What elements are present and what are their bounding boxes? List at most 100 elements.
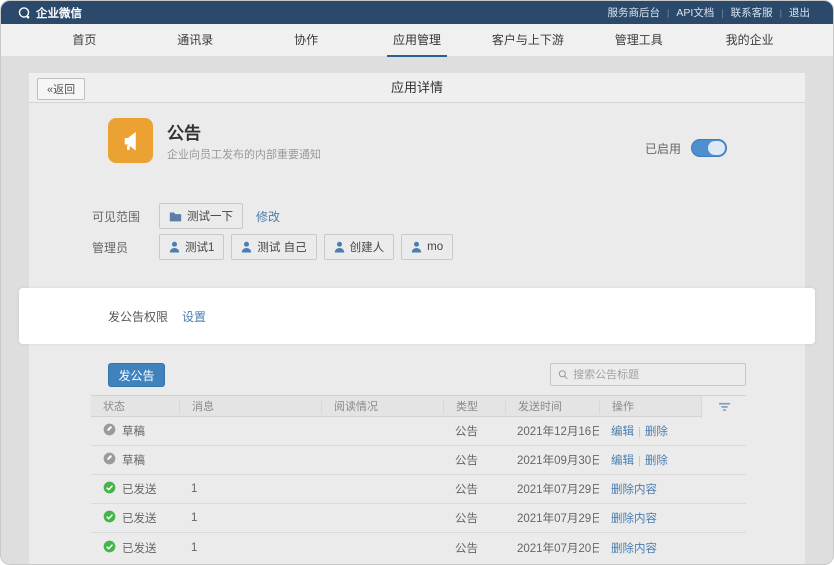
status-cell: 草稿 (91, 452, 179, 468)
nav-item-客户与上下游[interactable]: 客户与上下游 (472, 24, 583, 56)
admin-tags: 测试1 测试 自己 创建人 mo (159, 234, 453, 260)
message-cell: 1 (179, 483, 321, 495)
nav-item-label: 应用管理 (387, 22, 447, 58)
status-icon (103, 481, 116, 497)
app-description: 企业向员工发布的内部重要通知 (167, 146, 321, 162)
actions-cell: 删除内容 (599, 540, 701, 556)
search-input[interactable] (573, 369, 738, 381)
admin-tag-label: 创建人 (350, 239, 385, 255)
nav-item-管理工具[interactable]: 管理工具 (583, 24, 694, 56)
nav-item-首页[interactable]: 首页 (29, 24, 140, 56)
main-nav: 首页 通讯录协作应用管理 客户与上下游管理工具我的企业 (1, 24, 833, 57)
status-icon (103, 452, 116, 468)
column-header: 操作 (599, 400, 701, 414)
row-action-link[interactable]: 删除内容 (611, 513, 657, 525)
row-action-link[interactable]: 编辑 (611, 426, 634, 438)
column-header: 阅读情况 (321, 400, 443, 414)
date-cell: 2021年09月30日 (505, 452, 599, 468)
status-label: 已发送 (122, 510, 157, 526)
filter-icon[interactable] (701, 396, 746, 418)
nav-item-我的企业[interactable]: 我的企业 (694, 24, 805, 56)
status-label: 草稿 (122, 423, 145, 439)
admin-tag-label: 测试 自己 (257, 239, 306, 255)
sent-status-icon (103, 481, 116, 494)
admin-tag[interactable]: 测试1 (159, 234, 224, 260)
column-header: 状态 (91, 400, 179, 414)
row-action-link[interactable]: 删除 (645, 426, 668, 438)
topbar-link[interactable]: 退出 (782, 5, 817, 20)
actions-cell: 编辑|删除 (599, 452, 701, 468)
topbar-links: 服务商后台|API文档|联系客服|退出 (601, 5, 817, 20)
row-action-link[interactable]: 删除 (645, 455, 668, 467)
megaphone-icon (118, 128, 144, 154)
status-label: 草稿 (122, 452, 145, 468)
date-cell: 2021年12月16日 (505, 423, 599, 439)
admin-tag[interactable]: 创建人 (324, 234, 395, 260)
search-icon (558, 369, 568, 380)
visible-range-label: 可见范围 (92, 208, 140, 225)
table-row: 已发送 1 公告 2021年07月20日 删除内容 (91, 533, 746, 562)
table-row: 已发送 1 公告 2021年07月29日 删除内容 (91, 504, 746, 533)
app-icon (108, 118, 153, 163)
type-cell: 公告 (443, 540, 505, 556)
permission-highlight-band: 发公告权限 设置 (19, 288, 815, 344)
admin-tag[interactable]: mo (401, 234, 453, 260)
page-title: 应用详情 (29, 73, 805, 103)
row-action-link[interactable]: 删除内容 (611, 543, 657, 555)
status-label: 已发送 (122, 481, 157, 497)
modify-link[interactable]: 修改 (256, 208, 280, 225)
topbar: 企业微信 服务商后台|API文档|联系客服|退出 (1, 1, 833, 24)
status-label: 已发送 (122, 540, 157, 556)
row-action-link[interactable]: 编辑 (611, 455, 634, 467)
type-cell: 公告 (443, 452, 505, 468)
app-name: 公告 (167, 119, 201, 144)
row-action-link[interactable]: 删除内容 (611, 484, 657, 496)
table-row: 草稿 公告 2021年09月30日 编辑|删除 (91, 446, 746, 475)
enabled-label: 已启用 (645, 140, 681, 157)
type-cell: 公告 (443, 423, 505, 439)
status-cell: 已发送 (91, 481, 179, 497)
sent-status-icon (103, 540, 116, 553)
nav-item-label: 通讯录 (171, 22, 219, 58)
permission-settings-link[interactable]: 设置 (182, 308, 206, 325)
actions-cell: 删除内容 (599, 481, 701, 497)
nav-item-应用管理[interactable]: 应用管理 (362, 24, 473, 56)
topbar-link[interactable]: 服务商后台 (601, 5, 668, 20)
admin-tag[interactable]: 测试 自己 (231, 234, 316, 260)
table-row: 草稿 公告 2021年12月16日 编辑|删除 (91, 417, 746, 446)
column-header: 类型 (443, 400, 505, 414)
status-icon (103, 510, 116, 526)
page-body: «返回 应用详情 公告 企业向员工发布的内部重要通知 已启用 可见范围 测试一下… (1, 57, 833, 564)
topbar-link[interactable]: API文档 (669, 5, 721, 20)
enabled-toggle[interactable] (691, 139, 727, 157)
type-cell: 公告 (443, 510, 505, 526)
brand-label: 企业微信 (36, 5, 82, 21)
nav-item-通讯录[interactable]: 通讯录 (140, 24, 251, 56)
message-cell: 1 (179, 542, 321, 554)
search-box (550, 363, 746, 386)
column-header: 发送时间 (505, 400, 599, 414)
date-cell: 2021年07月29日 (505, 510, 599, 526)
visible-range-tag-label: 测试一下 (187, 208, 233, 224)
admin-label: 管理员 (92, 239, 128, 256)
send-announcement-button[interactable]: 发公告 (108, 363, 165, 387)
sent-status-icon (103, 510, 116, 523)
topbar-link[interactable]: 联系客服 (724, 5, 780, 20)
folder-icon (169, 211, 182, 222)
status-cell: 已发送 (91, 510, 179, 526)
nav-item-label: 客户与上下游 (486, 22, 570, 58)
nav-item-label: 首页 (66, 22, 102, 58)
visible-range-tag[interactable]: 测试一下 (159, 203, 243, 229)
admin-tag-label: 测试1 (185, 239, 214, 255)
draft-status-icon (103, 423, 116, 436)
status-cell: 已发送 (91, 540, 179, 556)
nav-item-协作[interactable]: 协作 (251, 24, 362, 56)
column-header: 消息 (179, 400, 321, 414)
person-icon (411, 241, 422, 253)
person-icon (241, 241, 252, 253)
permission-label: 发公告权限 (108, 308, 168, 325)
date-cell: 2021年07月29日 (505, 481, 599, 497)
table-row: 已发送 1 公告 2021年07月29日 删除内容 (91, 475, 746, 504)
status-cell: 草稿 (91, 423, 179, 439)
back-button[interactable]: «返回 (37, 78, 85, 100)
